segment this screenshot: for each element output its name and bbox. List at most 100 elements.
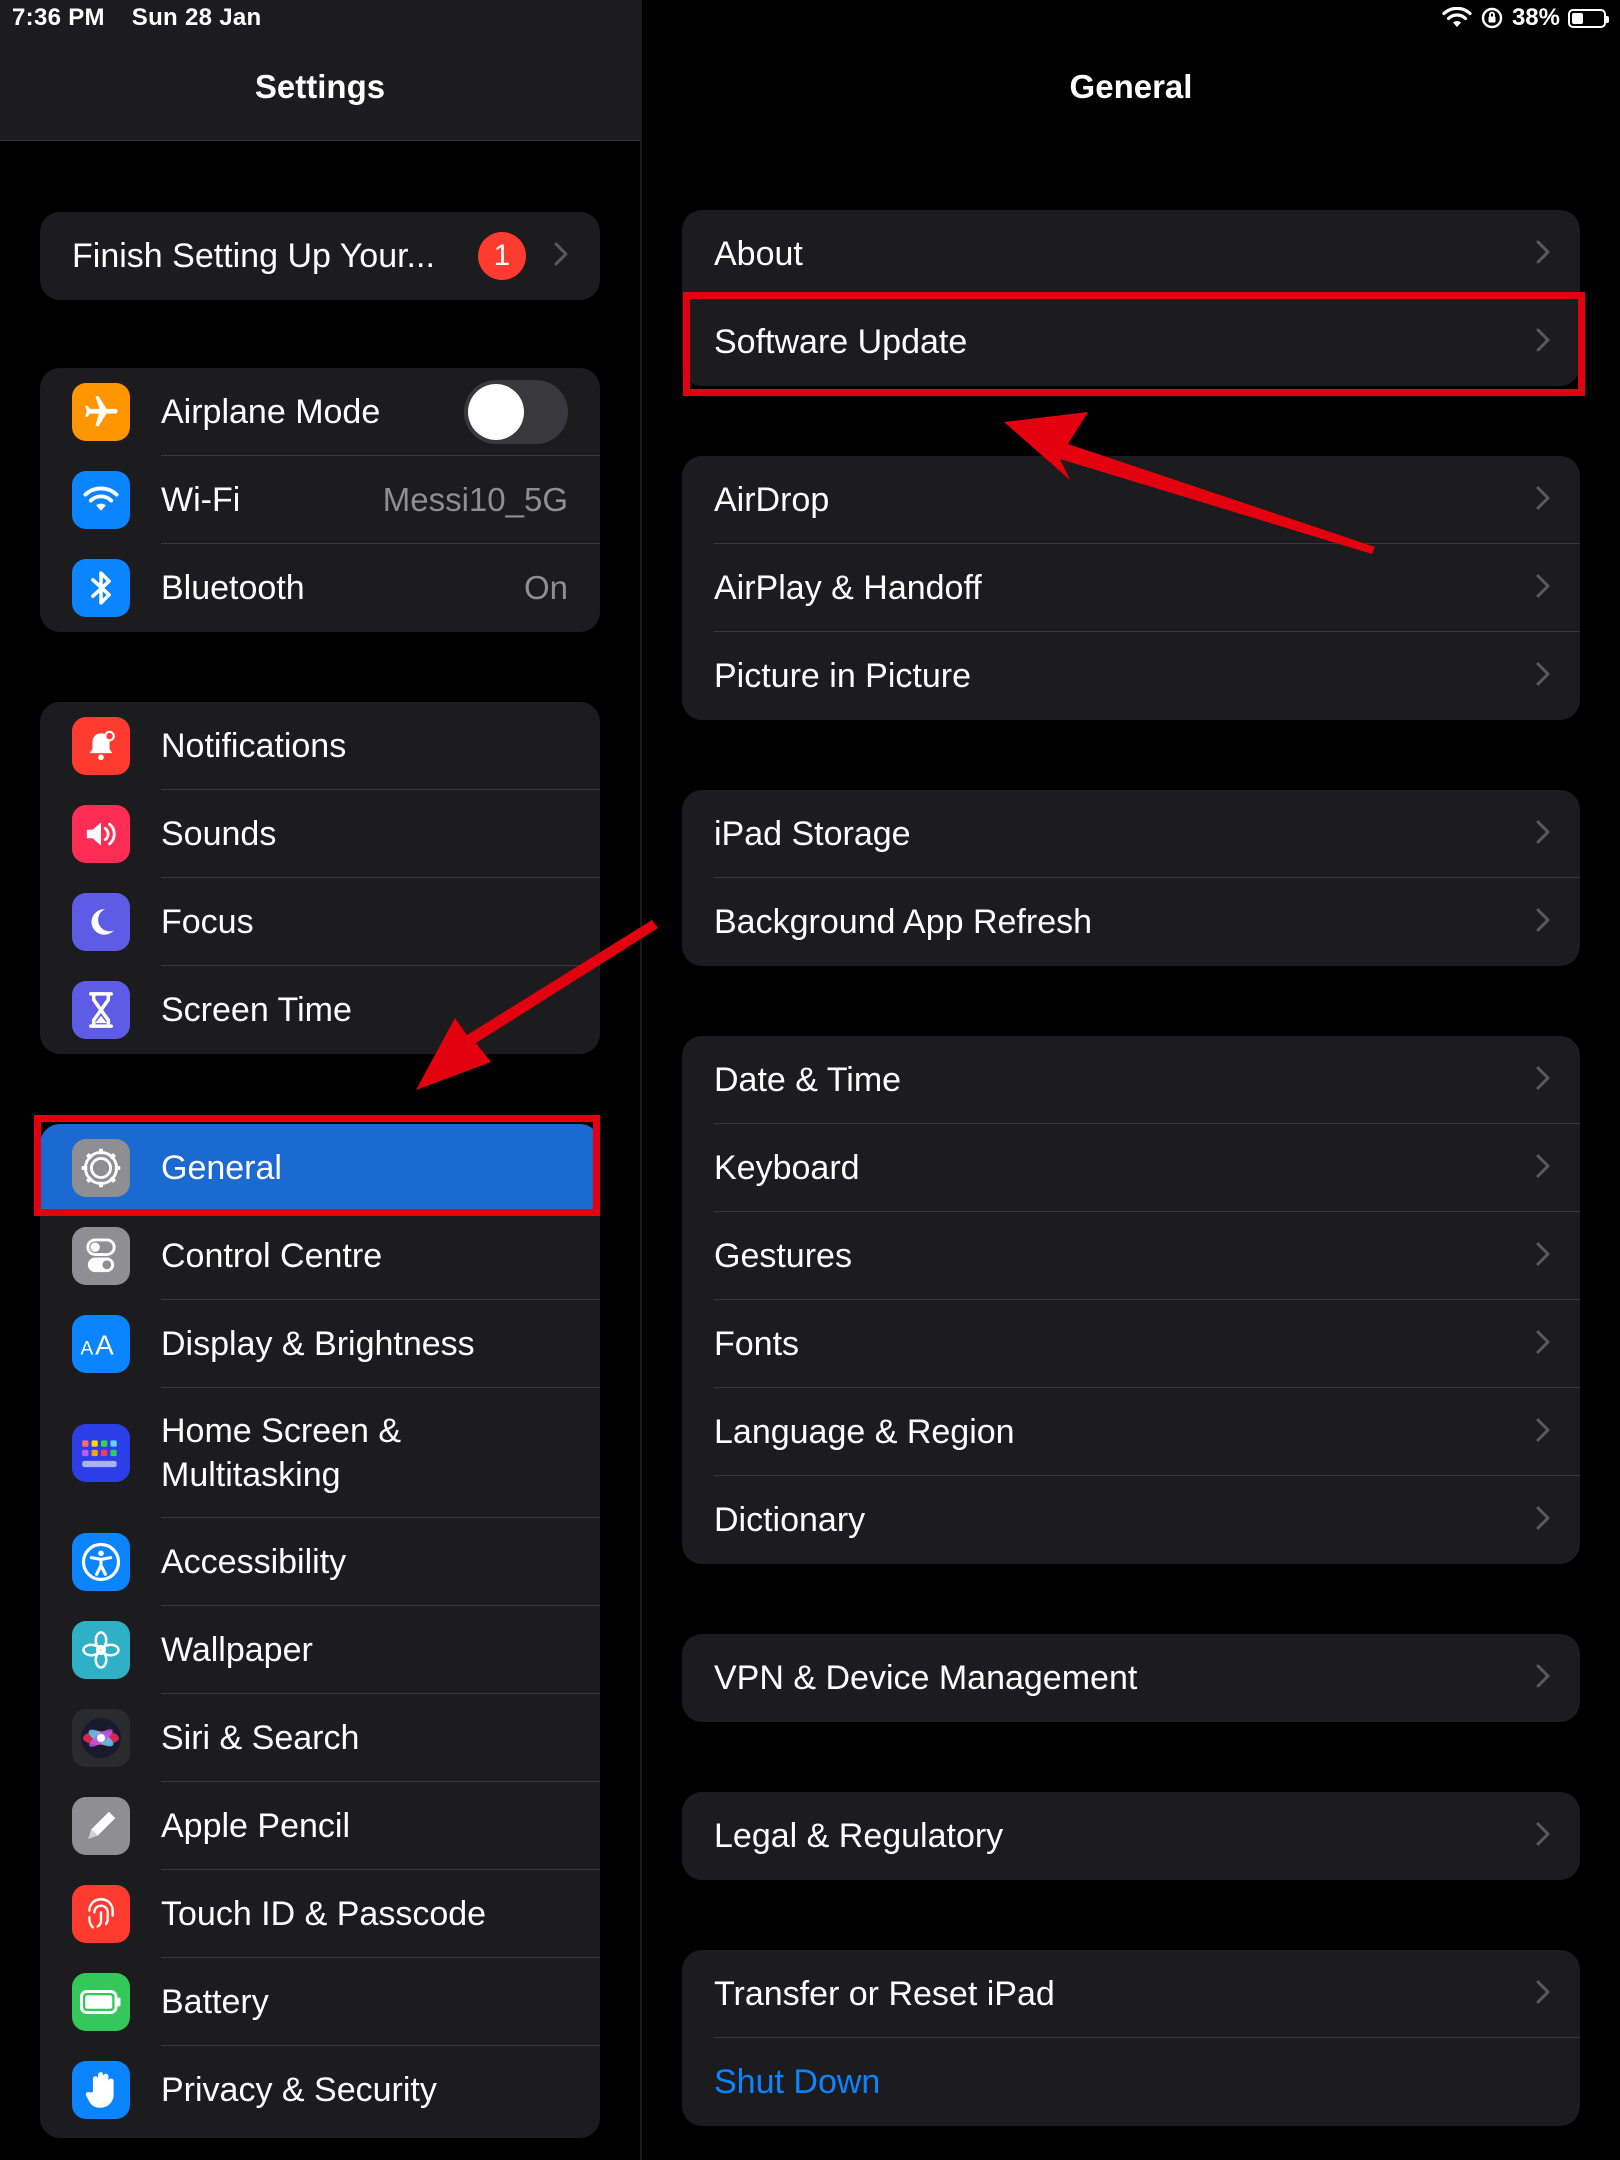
moon-icon [72, 893, 130, 951]
general-item-transfer-or-reset-ipad[interactable]: Transfer or Reset iPad [682, 1950, 1580, 2038]
sidebar-item-screen-time[interactable]: Screen Time [40, 966, 600, 1054]
status-left: 7:36 PM Sun 28 Jan [12, 4, 282, 32]
touch-id-label: Touch ID & Passcode [161, 1894, 487, 1933]
sidebar-item-wifi[interactable]: Wi-Fi Messi10_5G [40, 456, 600, 544]
general-item-label: Transfer or Reset iPad [714, 1974, 1055, 2013]
sidebar-item-display-brightness[interactable]: AA Display & Brightness [40, 1300, 600, 1388]
general-item-label: AirPlay & Handoff [714, 568, 982, 607]
chevron-right-icon [1536, 328, 1550, 357]
general-item-airdrop[interactable]: AirDrop [682, 456, 1580, 544]
svg-text:A: A [95, 1329, 114, 1359]
general-item-about[interactable]: About [682, 210, 1580, 298]
finish-setup-row[interactable]: Finish Setting Up Your... 1 [40, 212, 600, 300]
settings-sidebar: Settings Finish Setting Up Your... 1 Air… [0, 0, 642, 2160]
status-right: 38% [1434, 4, 1609, 32]
chevron-right-icon [554, 242, 568, 271]
general-item-date-and-time[interactable]: Date & Time [682, 1036, 1580, 1124]
chevron-right-icon [1536, 820, 1550, 849]
general-item-label: Legal & Regulatory [714, 1816, 1004, 1855]
chevron-right-icon [1536, 1154, 1550, 1183]
flower-icon [72, 1621, 130, 1679]
general-item-fonts[interactable]: Fonts [682, 1300, 1580, 1388]
general-item-label: AirDrop [714, 480, 830, 519]
sidebar-item-sounds[interactable]: Sounds [40, 790, 600, 878]
detail-group: Legal & Regulatory [682, 1792, 1580, 1880]
gear-icon [72, 1139, 130, 1197]
general-item-picture-in-picture[interactable]: Picture in Picture [682, 632, 1580, 720]
general-group: General Control Centre AA Display & Brig… [40, 1124, 600, 2138]
chevron-right-icon [1536, 662, 1550, 691]
sidebar-item-wallpaper[interactable]: Wallpaper [40, 1606, 600, 1694]
status-bar: 7:36 PM Sun 28 Jan 38% [0, 0, 1620, 40]
general-item-software-update[interactable]: Software Update [682, 298, 1580, 386]
siri-search-label: Siri & Search [161, 1718, 360, 1757]
hourglass-icon [72, 981, 130, 1039]
general-item-label: Date & Time [714, 1060, 902, 1099]
battery-percent: 38% [1511, 4, 1560, 31]
display-brightness-label: Display & Brightness [161, 1324, 475, 1363]
sidebar-item-home-screen[interactable]: Home Screen & Multitasking [40, 1388, 600, 1518]
sidebar-item-control-centre[interactable]: Control Centre [40, 1212, 600, 1300]
general-item-vpn-and-device-management[interactable]: VPN & Device Management [682, 1634, 1580, 1722]
sidebar-item-notifications[interactable]: Notifications [40, 702, 600, 790]
status-date: Sun 28 Jan [131, 4, 262, 31]
battery-label: Battery [161, 1982, 269, 2021]
general-item-label: Picture in Picture [714, 656, 971, 695]
airplane-mode-toggle[interactable] [464, 380, 568, 444]
general-label: General [161, 1148, 282, 1187]
sounds-label: Sounds [161, 814, 277, 853]
chevron-right-icon [1536, 1822, 1550, 1851]
connectivity-group: Airplane Mode Wi-Fi Messi10_5G Bluetooth… [40, 368, 600, 632]
general-item-label: Gestures [714, 1236, 852, 1275]
sidebar-item-focus[interactable]: Focus [40, 878, 600, 966]
sidebar-item-privacy-security[interactable]: Privacy & Security [40, 2046, 600, 2134]
general-item-airplay-and-handoff[interactable]: AirPlay & Handoff [682, 544, 1580, 632]
sidebar-item-touch-id[interactable]: Touch ID & Passcode [40, 1870, 600, 1958]
accessibility-label: Accessibility [161, 1542, 347, 1581]
chevron-right-icon [1536, 574, 1550, 603]
bluetooth-icon [72, 559, 130, 617]
general-item-label: Dictionary [714, 1500, 866, 1539]
sidebar-item-airplane-mode[interactable]: Airplane Mode [40, 368, 600, 456]
sidebar-item-accessibility[interactable]: Accessibility [40, 1518, 600, 1606]
svg-text:A: A [80, 1338, 93, 1359]
detail-title: General [1069, 68, 1193, 105]
general-item-background-app-refresh[interactable]: Background App Refresh [682, 878, 1580, 966]
detail-group: VPN & Device Management [682, 1634, 1580, 1722]
general-item-gestures[interactable]: Gestures [682, 1212, 1580, 1300]
chevron-right-icon [1536, 1330, 1550, 1359]
wifi-label: Wi-Fi [161, 480, 241, 519]
chevron-right-icon [1536, 1980, 1550, 2009]
sidebar-item-battery[interactable]: Battery [40, 1958, 600, 2046]
general-item-label: iPad Storage [714, 814, 911, 853]
apple-pencil-label: Apple Pencil [161, 1806, 351, 1845]
detail-group: Date & Time Keyboard Gestures Fonts Language… [682, 1036, 1580, 1564]
detail-group: iPad Storage Background App Refresh [682, 790, 1580, 966]
general-item-legal-and-regulatory[interactable]: Legal & Regulatory [682, 1792, 1580, 1880]
chevron-right-icon [1536, 486, 1550, 515]
general-item-label: Language & Region [714, 1412, 1015, 1451]
shut-down-button[interactable]: Shut Down [682, 2038, 1580, 2126]
general-item-ipad-storage[interactable]: iPad Storage [682, 790, 1580, 878]
chevron-right-icon [1536, 1066, 1550, 1095]
bluetooth-value: On [523, 569, 568, 606]
chevron-right-icon [1536, 1506, 1550, 1535]
privacy-security-label: Privacy & Security [161, 2070, 437, 2109]
detail-group: About Software Update [682, 210, 1580, 386]
screen-time-label: Screen Time [161, 990, 352, 1029]
general-item-label: Fonts [714, 1324, 800, 1363]
general-item-label: VPN & Device Management [714, 1658, 1138, 1697]
general-item-label: Background App Refresh [714, 902, 1093, 941]
general-item-language-and-region[interactable]: Language & Region [682, 1388, 1580, 1476]
sidebar-item-apple-pencil[interactable]: Apple Pencil [40, 1782, 600, 1870]
switches-icon [72, 1227, 130, 1285]
general-item-keyboard[interactable]: Keyboard [682, 1124, 1580, 1212]
sidebar-item-bluetooth[interactable]: Bluetooth On [40, 544, 600, 632]
general-item-dictionary[interactable]: Dictionary [682, 1476, 1580, 1564]
sidebar-item-general[interactable]: General [40, 1124, 600, 1212]
accessibility-icon [72, 1533, 130, 1591]
detail-group: Transfer or Reset iPad Shut Down [682, 1950, 1580, 2126]
general-detail-pane: General About Software Update AirDrop AirPl… [642, 0, 1620, 2160]
hand-icon [72, 2061, 130, 2119]
sidebar-item-siri-search[interactable]: Siri & Search [40, 1694, 600, 1782]
